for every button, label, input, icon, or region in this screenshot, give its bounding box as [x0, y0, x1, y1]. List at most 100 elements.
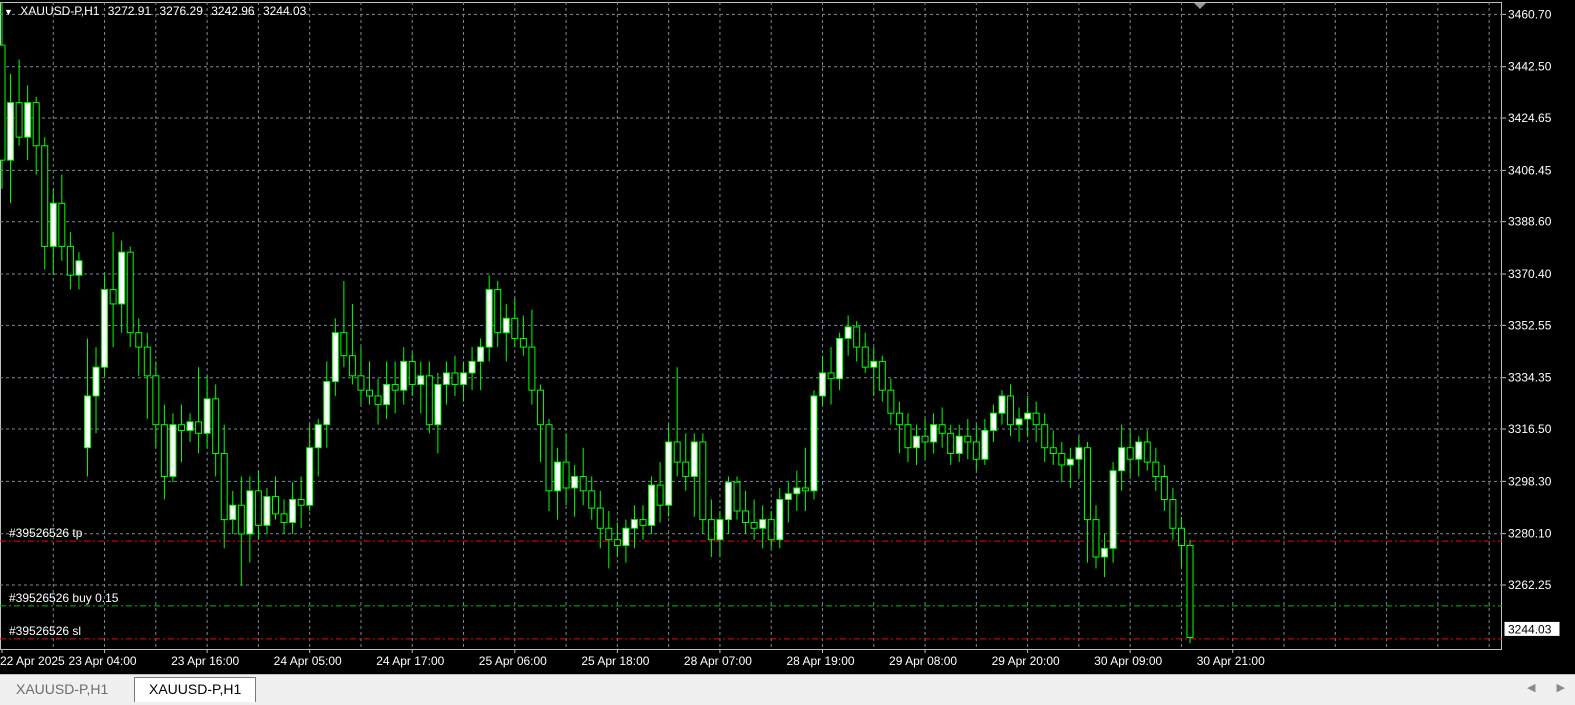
candle-body — [58, 202, 66, 247]
candle-body — [83, 395, 91, 449]
tab-chart-2[interactable]: XAUUSD-P,H1 — [134, 677, 257, 702]
candle-body — [1066, 458, 1074, 466]
candle-body — [844, 326, 852, 339]
y-tick-label: 3298.30 — [1508, 474, 1552, 488]
candle-body — [861, 346, 869, 368]
candle-body — [938, 424, 946, 434]
candle-body — [913, 435, 920, 449]
candle-body — [331, 332, 339, 383]
chart-shift-marker-icon[interactable] — [1194, 3, 1206, 9]
candle-body — [904, 424, 912, 449]
candle-body — [733, 481, 741, 512]
candle-body — [7, 102, 15, 161]
candle-body — [451, 372, 459, 385]
candle-body — [272, 496, 279, 515]
candle-body — [930, 424, 938, 443]
candle-body — [887, 389, 895, 414]
candle-body — [989, 412, 997, 431]
candle-body — [630, 519, 638, 529]
order-level-label: #39526526 sl — [9, 624, 81, 638]
high-price: 3276.29 — [159, 4, 203, 18]
y-tick-label: 3352.55 — [1508, 318, 1552, 332]
tab-scroll-controls: ◀ ▶ — [1509, 681, 1565, 694]
candle-body — [724, 481, 732, 521]
y-tick-label: 3460.70 — [1508, 7, 1552, 21]
caret-down-icon[interactable]: ▼ — [4, 7, 13, 17]
x-tick-label: 24 Apr 17:00 — [376, 654, 444, 668]
candle-body — [981, 429, 989, 460]
candle-body — [237, 504, 245, 535]
candle-body — [699, 441, 707, 521]
candle-body — [947, 432, 955, 454]
candle-body — [383, 383, 391, 406]
chart-title-bar: ▼ XAUUSD-P,H1 3272.91 3276.29 3242.96 32… — [4, 4, 311, 18]
candle-body — [323, 381, 331, 426]
candle-body — [494, 289, 502, 334]
candle-body — [186, 421, 194, 431]
candle-body — [41, 145, 49, 247]
candle-body — [468, 360, 476, 374]
candle-body — [75, 260, 83, 276]
chart-window[interactable]: 22 Apr 2025 23 Apr 04:00 23 Apr 16:00 24 Ap… — [0, 0, 1575, 674]
candle-body — [246, 490, 254, 535]
candle-body — [1049, 447, 1057, 454]
candle-body — [528, 346, 536, 391]
scroll-left-icon[interactable]: ◀ — [1527, 682, 1535, 694]
candle-body — [921, 435, 929, 443]
candle-body — [776, 498, 784, 541]
tab-label: XAUUSD-P,H1 — [16, 681, 109, 697]
candle-body — [562, 461, 570, 489]
current-price-label: 3244.03 — [1508, 622, 1552, 636]
candle-body — [827, 372, 835, 380]
candle-body — [280, 513, 288, 523]
candle-body — [15, 102, 23, 138]
candle-body — [126, 251, 134, 334]
candle-body — [118, 251, 126, 305]
candle-body — [571, 475, 579, 489]
y-tick-label: 3280.10 — [1508, 527, 1552, 541]
candle-body — [1041, 424, 1049, 449]
x-tick-label: 23 Apr 16:00 — [171, 654, 239, 668]
candle-body — [716, 519, 724, 541]
candle-body — [1092, 519, 1100, 558]
candle-body — [1015, 418, 1023, 426]
candle-body — [1135, 441, 1143, 460]
candle-body — [1160, 475, 1168, 500]
y-tick-label: 3442.50 — [1508, 60, 1552, 74]
x-tick-label: 25 Apr 18:00 — [581, 654, 649, 668]
candle-body — [434, 383, 442, 426]
candle-body — [152, 375, 160, 426]
candle-body — [460, 372, 468, 385]
candle-body — [955, 435, 963, 454]
candle-body — [109, 289, 117, 305]
candle-body — [1024, 412, 1032, 420]
candle-body — [101, 289, 109, 368]
candle-body — [314, 424, 322, 449]
y-tick-label: 3262.25 — [1508, 578, 1552, 592]
candle-body — [220, 452, 228, 521]
candle-body — [391, 383, 399, 391]
tab-label: XAUUSD-P,H1 — [149, 681, 242, 697]
scroll-right-icon[interactable]: ▶ — [1557, 682, 1565, 694]
candle-body — [1152, 461, 1160, 477]
candle-body — [254, 490, 262, 526]
candle-body — [374, 395, 382, 406]
x-tick-label: 29 Apr 08:00 — [889, 654, 957, 668]
candle-body — [588, 490, 596, 509]
candle-body — [24, 102, 32, 138]
candle-body — [622, 527, 630, 546]
tab-chart-1[interactable]: XAUUSD-P,H1 — [2, 678, 122, 700]
candle-body — [1109, 470, 1117, 549]
candle-body — [348, 355, 356, 377]
candle-body — [143, 346, 151, 377]
candle-body — [511, 317, 519, 339]
candle-body — [767, 519, 775, 541]
candle-body — [536, 389, 544, 426]
candle-body — [1186, 544, 1194, 638]
candle-body — [1058, 452, 1066, 466]
candle-body — [212, 398, 220, 454]
y-tick-label: 3406.45 — [1508, 163, 1552, 177]
x-tick-label: 30 Apr 21:00 — [1197, 654, 1265, 668]
price-chart[interactable]: 22 Apr 2025 23 Apr 04:00 23 Apr 16:00 24 Ap… — [0, 0, 1575, 674]
candle-body — [759, 519, 767, 529]
